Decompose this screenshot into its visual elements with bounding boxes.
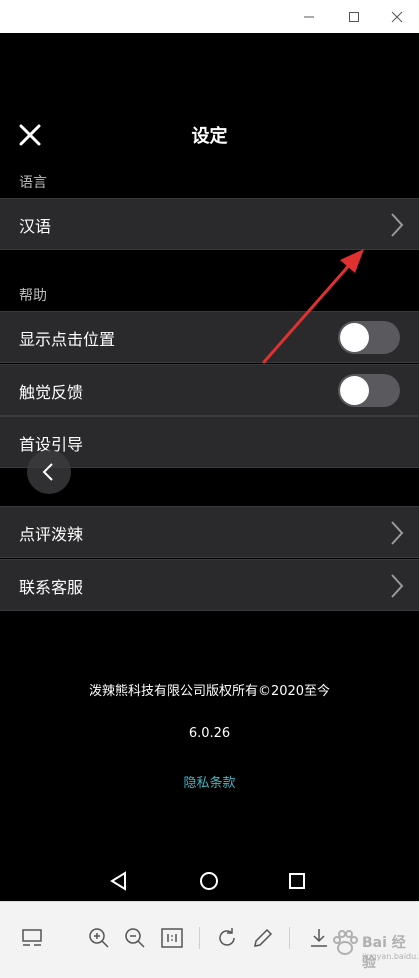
nav-recents-icon (289, 873, 305, 889)
watermark-subtext: jingyan.baidu.com (362, 952, 419, 961)
settings-header: 设定 (0, 113, 419, 157)
floating-back-button[interactable] (27, 450, 71, 494)
chevron-right-icon (391, 521, 404, 545)
page-title: 设定 (191, 126, 228, 147)
rotate-button[interactable] (213, 924, 241, 952)
toggle-knob (340, 376, 369, 405)
section-label-language: 语言 (19, 175, 47, 191)
maximize-button[interactable] (332, 0, 376, 33)
version-text: 6.0.26 (188, 726, 231, 741)
edit-button[interactable] (249, 924, 277, 952)
android-nav-bar (0, 863, 419, 901)
chevron-right-icon (391, 213, 404, 237)
minimize-icon (304, 16, 314, 17)
toolbar-divider (199, 927, 200, 949)
zoom-in-button[interactable] (85, 924, 113, 952)
row-haptic-label: 触觉反馈 (19, 383, 84, 402)
actual-size-button[interactable] (158, 924, 186, 952)
copyright-text: 泼辣熊科技有限公司版权所有©2020至今 (88, 684, 331, 699)
row-haptic: 触觉反馈 (0, 364, 419, 416)
row-show-touch: 显示点击位置 (0, 311, 419, 363)
chevron-right-icon (391, 574, 404, 598)
zoom-out-button[interactable] (121, 924, 149, 952)
section-label-help: 帮助 (19, 288, 47, 304)
viewer-toolbar: Bai 经验 jingyan.baidu.com (0, 901, 419, 978)
row-contact-label: 联系客服 (19, 578, 84, 597)
nav-back-button[interactable] (101, 863, 137, 899)
row-show-touch-label: 显示点击位置 (19, 330, 116, 349)
layout-button[interactable] (18, 924, 46, 952)
nav-recents-button[interactable] (279, 863, 315, 899)
zoom-out-icon (125, 928, 145, 948)
actual-size-icon (161, 928, 183, 948)
row-rate-label: 点评泼辣 (19, 525, 84, 544)
nav-home-button[interactable] (191, 863, 227, 899)
haptic-toggle[interactable] (338, 374, 400, 407)
window-close-icon (391, 11, 403, 22)
nav-home-icon (200, 872, 218, 890)
row-contact[interactable]: 联系客服 (0, 559, 419, 611)
toggle-knob (340, 323, 369, 352)
minimize-button[interactable] (287, 0, 331, 33)
watermark: Bai 经验 jingyan.baidu.com (328, 924, 419, 971)
nav-back-icon (110, 871, 126, 891)
row-language[interactable]: 汉语 (0, 198, 419, 250)
toolbar-divider (289, 927, 290, 949)
window-titlebar (0, 0, 419, 33)
maximize-icon (349, 11, 359, 22)
layout-icon (22, 929, 42, 946)
zoom-in-icon (89, 928, 109, 948)
rotate-icon (219, 928, 235, 946)
edit-icon (254, 928, 273, 947)
window-close-button[interactable] (375, 0, 419, 33)
phone-screen: 设定 语言 汉语 帮助 显示点击位置 触觉反馈 首设引导 点评泼辣 联系客服 泼… (0, 33, 419, 901)
row-rate[interactable]: 点评泼辣 (0, 506, 419, 558)
back-icon (42, 463, 53, 481)
paw-icon (333, 930, 358, 955)
row-language-label: 汉语 (19, 217, 52, 236)
show-touch-toggle[interactable] (338, 321, 400, 354)
privacy-link[interactable]: 隐私条款 (0, 772, 419, 791)
